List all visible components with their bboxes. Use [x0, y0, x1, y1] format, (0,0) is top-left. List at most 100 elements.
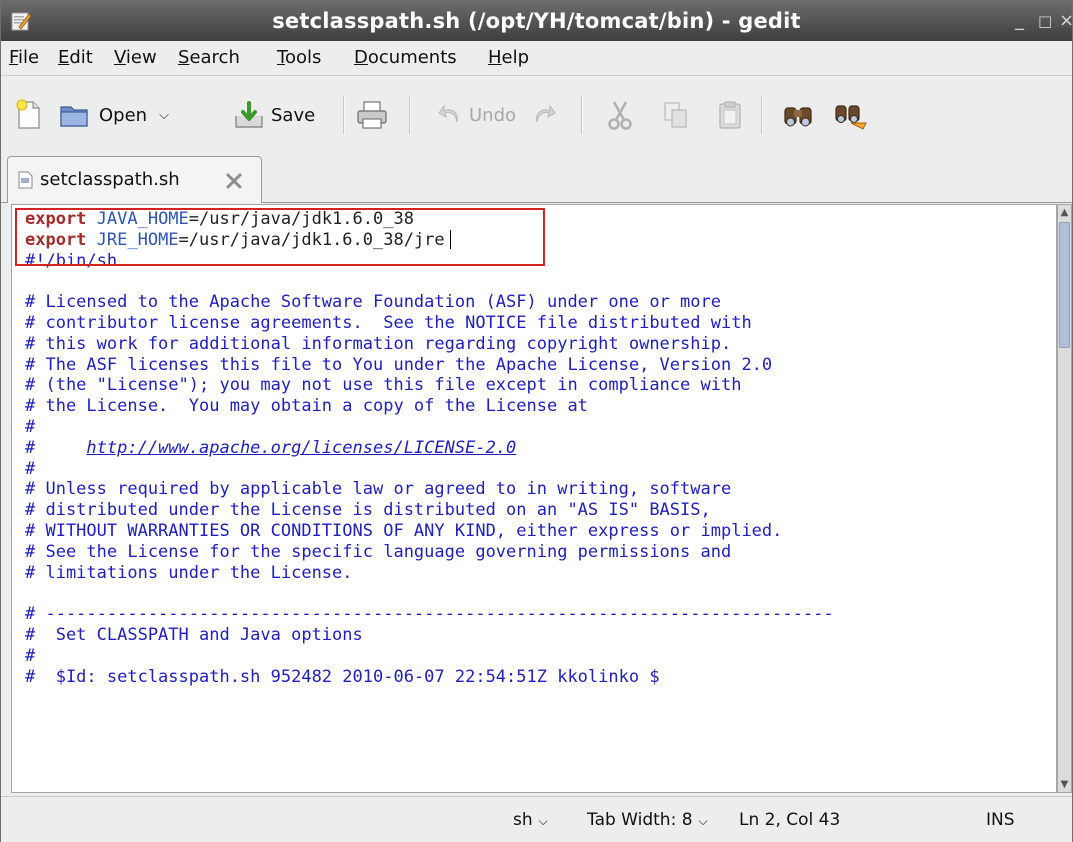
new-document-button[interactable]: [13, 96, 43, 134]
code-line[interactable]: # distributed under the License is distr…: [25, 500, 834, 521]
code-line[interactable]: # Unless required by applicable law or a…: [25, 479, 834, 500]
toolbar: Open ⌵ Save Undo: [1, 76, 1072, 156]
open-button[interactable]: Open ⌵: [59, 96, 169, 134]
highlight-box: [15, 208, 545, 266]
menu-file[interactable]: File: [9, 41, 39, 75]
tab-width-dropdown-icon: ⌵: [698, 814, 708, 828]
save-icon: [235, 101, 263, 128]
document-tabs: setclasspath.sh: [1, 156, 1072, 203]
close-tab-icon[interactable]: [225, 172, 243, 190]
menu-documents[interactable]: Documents: [354, 41, 457, 75]
text-editor[interactable]: export JAVA_HOME=/usr/java/jdk1.6.0_38 ex…: [11, 204, 1057, 793]
tab-width-selector[interactable]: Tab Width: 8 ⌵: [587, 807, 708, 833]
code-token: #: [25, 416, 36, 437]
minimize-button[interactable]: _: [1015, 1, 1024, 41]
maximize-button[interactable]: □: [1038, 1, 1052, 41]
menu-view[interactable]: View: [114, 41, 157, 75]
code-line[interactable]: # limitations under the License.: [25, 563, 834, 584]
code-line[interactable]: # the License. You may obtain a copy of …: [25, 396, 834, 417]
code-line[interactable]: # this work for additional information r…: [25, 334, 834, 355]
document-icon: [18, 171, 33, 189]
status-bar: sh ⌵ Tab Width: 8 ⌵ Ln 2, Col 43 INS: [1, 796, 1072, 842]
code-line[interactable]: # (the "License"); you may not use this …: [25, 375, 834, 396]
close-button[interactable]: ×: [1059, 1, 1073, 41]
vertical-scrollbar[interactable]: ▲ ▼: [1057, 204, 1072, 793]
code-line[interactable]: # contributor license agreements. See th…: [25, 313, 834, 334]
toolbar-separator: [343, 96, 345, 134]
code-line[interactable]: # See the License for the specific langu…: [25, 542, 834, 563]
copy-icon: [664, 102, 687, 128]
window-title: setclasspath.sh (/opt/YH/tomcat/bin) - g…: [272, 9, 801, 33]
toolbar-separator: [761, 96, 763, 134]
paste-icon: [719, 101, 741, 129]
code-line[interactable]: # http://www.apache.org/licenses/LICENSE…: [25, 438, 834, 459]
code-token: #: [25, 437, 87, 458]
print-button[interactable]: [355, 96, 389, 134]
code-token: # $Id: setclasspath.sh 952482 2010-06-07…: [25, 666, 660, 687]
code-token: # contributor license agreements. See th…: [25, 312, 752, 333]
code-token: # WITHOUT WARRANTIES OR CONDITIONS OF AN…: [25, 520, 783, 541]
folder-icon: [60, 106, 88, 127]
code-line[interactable]: #: [25, 459, 834, 480]
code-line[interactable]: # The ASF licenses this file to You unde…: [25, 355, 834, 376]
code-line[interactable]: [25, 271, 834, 292]
code-token: # the License. You may obtain a copy of …: [25, 396, 588, 417]
insert-mode: INS: [986, 810, 1015, 830]
find-button[interactable]: [781, 96, 815, 134]
tab-setclasspath[interactable]: setclasspath.sh: [7, 156, 262, 203]
toolbar-separator: [409, 96, 411, 134]
undo-button[interactable]: Undo: [437, 96, 516, 134]
binoculars-icon: [784, 107, 812, 127]
code-line[interactable]: # $Id: setclasspath.sh 952482 2010-06-07…: [25, 667, 834, 688]
save-label: Save: [271, 104, 316, 126]
code-token: # Unless required by applicable law or a…: [25, 479, 732, 500]
code-token: # Set CLASSPATH and Java options: [25, 624, 363, 645]
code-line[interactable]: # Licensed to the Apache Software Founda…: [25, 292, 834, 313]
paste-button[interactable]: [715, 96, 745, 134]
gedit-window: setclasspath.sh (/opt/YH/tomcat/bin) - g…: [0, 0, 1073, 842]
menu-tools[interactable]: Tools: [277, 41, 321, 75]
cursor-position: Ln 2, Col 43: [739, 810, 841, 830]
scroll-up-icon[interactable]: ▲: [1058, 205, 1071, 220]
scroll-down-icon[interactable]: ▼: [1058, 777, 1071, 792]
language-selector[interactable]: sh ⌵: [513, 807, 548, 833]
code-token: #: [25, 645, 36, 666]
code-token: # See the License for the specific langu…: [25, 541, 732, 562]
code-line[interactable]: # Set CLASSPATH and Java options: [25, 625, 834, 646]
code-line[interactable]: # WITHOUT WARRANTIES OR CONDITIONS OF AN…: [25, 521, 834, 542]
code-token: # --------------------------------------…: [25, 604, 834, 625]
title-bar[interactable]: setclasspath.sh (/opt/YH/tomcat/bin) - g…: [1, 1, 1073, 41]
scrollbar-thumb[interactable]: [1059, 222, 1070, 348]
code-token: # Licensed to the Apache Software Founda…: [25, 292, 721, 313]
new-document-icon: [16, 99, 40, 129]
cut-icon: [608, 101, 632, 130]
code-line[interactable]: #: [25, 646, 834, 667]
menu-edit[interactable]: Edit: [58, 41, 93, 75]
code-token: #: [25, 458, 36, 479]
menu-search[interactable]: Search: [178, 41, 240, 75]
print-icon: [357, 101, 387, 129]
code-content[interactable]: export JAVA_HOME=/usr/java/jdk1.6.0_38 ex…: [25, 209, 834, 687]
undo-label: Undo: [469, 104, 517, 126]
code-token: # distributed under the License is distr…: [25, 500, 711, 521]
language-dropdown-icon: ⌵: [538, 814, 548, 828]
open-dropdown-icon[interactable]: ⌵: [159, 108, 169, 123]
copy-button[interactable]: [661, 96, 691, 134]
redo-icon: [536, 104, 556, 123]
redo-button[interactable]: [531, 96, 557, 134]
license-link[interactable]: http://www.apache.org/licenses/LICENSE-2…: [86, 438, 516, 458]
code-token: # (the "License"); you may not use this …: [25, 375, 742, 396]
code-line[interactable]: #: [25, 417, 834, 438]
menu-help[interactable]: Help: [488, 41, 529, 75]
find-replace-icon: [835, 105, 867, 130]
cut-button[interactable]: [605, 96, 635, 134]
code-line[interactable]: [25, 583, 834, 604]
tab-label: setclasspath.sh: [40, 169, 180, 190]
code-line[interactable]: # --------------------------------------…: [25, 604, 834, 625]
save-button[interactable]: Save: [233, 96, 315, 134]
toolbar-separator: [581, 96, 583, 134]
code-token: # The ASF licenses this file to You unde…: [25, 354, 773, 375]
menu-bar: File Edit View Search Tools Documents He…: [1, 41, 1072, 76]
find-replace-button[interactable]: [833, 96, 869, 134]
open-label: Open: [99, 104, 148, 126]
